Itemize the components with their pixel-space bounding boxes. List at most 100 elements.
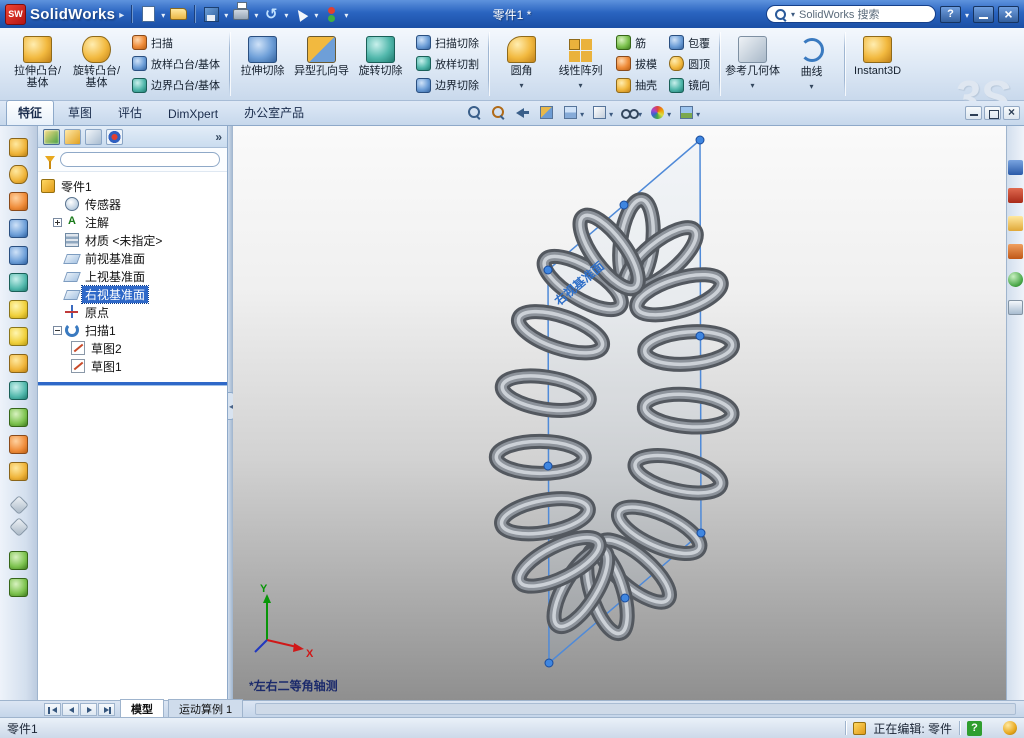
minimize-button[interactable] bbox=[973, 5, 994, 23]
hole-wizard-button[interactable]: 异型孔向导 bbox=[293, 31, 350, 97]
tab-evaluate[interactable]: 评估 bbox=[106, 100, 154, 125]
rib-button[interactable]: 筋 bbox=[611, 33, 662, 53]
view-orientation-icon[interactable] bbox=[562, 104, 579, 121]
extruded-cut-button[interactable]: 拉伸切除 bbox=[234, 31, 291, 97]
dome-button[interactable]: 圆顶 bbox=[664, 54, 715, 74]
lofted-boss-toolbar-icon[interactable] bbox=[9, 219, 28, 238]
quick-tips-help-button[interactable]: ? bbox=[967, 720, 982, 736]
extruded-cut-toolbar-icon[interactable] bbox=[9, 246, 28, 265]
tab-dimxpert[interactable]: DimXpert bbox=[156, 103, 230, 125]
draft-toolbar-icon[interactable] bbox=[9, 435, 28, 454]
apply-scene-icon[interactable] bbox=[678, 104, 695, 121]
swept-boss-button[interactable]: 扫描 bbox=[127, 33, 225, 53]
tree-item-sketch2[interactable]: 草图2 bbox=[41, 339, 224, 357]
select-caret-icon[interactable] bbox=[314, 7, 318, 21]
fillet-button[interactable]: 圆角 bbox=[493, 31, 550, 97]
print-caret-icon[interactable] bbox=[254, 7, 258, 21]
curves-toolbar-icon[interactable] bbox=[9, 578, 28, 597]
reference-geometry-button[interactable]: 参考几何体 bbox=[724, 31, 781, 97]
helix-curve-toolbar-icon[interactable] bbox=[9, 551, 28, 570]
mirror-button[interactable]: 镜向 bbox=[664, 75, 715, 95]
apply-scene-caret-icon[interactable] bbox=[696, 106, 700, 120]
linear-pattern-button[interactable]: 线性阵列 bbox=[552, 31, 609, 97]
document-restore-button[interactable] bbox=[984, 106, 1001, 120]
tree-item-sensors[interactable]: 传感器 bbox=[41, 195, 224, 213]
tree-item-top-plane[interactable]: 上视基准面 bbox=[41, 267, 224, 285]
view-orientation-caret-icon[interactable] bbox=[580, 106, 584, 120]
search-caret-icon[interactable] bbox=[791, 8, 795, 20]
tab-motion-study[interactable]: 运动算例 1 bbox=[168, 699, 244, 719]
help-button[interactable]: ? bbox=[939, 5, 961, 23]
tab-features[interactable]: 特征 bbox=[6, 100, 55, 125]
mirror-toolbar-icon[interactable] bbox=[9, 381, 28, 400]
tab-office-products[interactable]: 办公室产品 bbox=[232, 100, 316, 125]
rebuild-icon[interactable] bbox=[322, 5, 340, 23]
previous-tab-button[interactable] bbox=[62, 702, 79, 716]
chamfer-toolbar-icon[interactable] bbox=[9, 327, 28, 346]
close-button[interactable] bbox=[998, 5, 1019, 23]
reference-axis-toolbar-icon[interactable] bbox=[8, 517, 29, 537]
shell-button[interactable]: 抽壳 bbox=[611, 75, 662, 95]
display-style-icon[interactable] bbox=[591, 104, 608, 121]
tree-item-origin[interactable]: 原点 bbox=[41, 303, 224, 321]
tree-item-sketch1[interactable]: 草图1 bbox=[41, 357, 224, 375]
undo-icon[interactable] bbox=[262, 5, 280, 23]
tree-item-front-plane[interactable]: 前视基准面 bbox=[41, 249, 224, 267]
previous-view-icon[interactable] bbox=[514, 104, 531, 121]
custom-properties-tab[interactable] bbox=[1008, 300, 1023, 315]
boundary-cut-button[interactable]: 边界切除 bbox=[411, 75, 484, 95]
last-tab-button[interactable] bbox=[98, 702, 115, 716]
tab-sketch[interactable]: 草图 bbox=[56, 100, 104, 125]
section-view-icon[interactable] bbox=[538, 104, 555, 121]
featuremanager-tab[interactable] bbox=[43, 128, 60, 145]
revolve-boss-toolbar-icon[interactable] bbox=[9, 165, 28, 184]
menu-flyout-icon[interactable] bbox=[119, 7, 124, 21]
file-explorer-tab[interactable] bbox=[1008, 216, 1023, 231]
select-cursor-icon[interactable] bbox=[292, 5, 310, 23]
fillet-toolbar-icon[interactable] bbox=[9, 300, 28, 319]
help-caret-icon[interactable] bbox=[965, 7, 969, 21]
collapse-icon[interactable] bbox=[53, 325, 62, 335]
new-document-caret-icon[interactable] bbox=[161, 7, 165, 21]
design-library-tab[interactable] bbox=[1008, 188, 1023, 203]
display-style-caret-icon[interactable] bbox=[609, 106, 613, 120]
configurationmanager-tab[interactable] bbox=[85, 128, 102, 145]
instant3d-button[interactable]: Instant3D bbox=[849, 31, 906, 97]
revolved-cut-button[interactable]: 旋转切除 bbox=[352, 31, 409, 97]
reference-plane-toolbar-icon[interactable] bbox=[8, 495, 29, 515]
zoom-to-area-icon[interactable] bbox=[490, 104, 507, 121]
hide-show-items-icon[interactable] bbox=[620, 104, 640, 121]
rebuild-caret-icon[interactable] bbox=[344, 7, 348, 21]
graphics-viewport[interactable]: 右视基准面 Y X *左右二等角轴测 bbox=[233, 126, 1006, 700]
boundary-boss-button[interactable]: 边界凸台/基体 bbox=[127, 75, 225, 95]
extrude-boss-toolbar-icon[interactable] bbox=[9, 138, 28, 157]
document-close-button[interactable] bbox=[1003, 106, 1020, 120]
revolved-cut-toolbar-icon[interactable] bbox=[9, 273, 28, 292]
tree-item-material[interactable]: 材质 <未指定> bbox=[41, 231, 224, 249]
rib-toolbar-icon[interactable] bbox=[9, 408, 28, 427]
linear-pattern-toolbar-icon[interactable] bbox=[9, 354, 28, 373]
save-caret-icon[interactable] bbox=[224, 7, 228, 21]
undo-caret-icon[interactable] bbox=[284, 7, 288, 21]
print-icon[interactable] bbox=[233, 8, 250, 20]
tree-item-sweep1[interactable]: 扫描1 bbox=[41, 321, 224, 339]
tree-item-right-plane[interactable]: 右视基准面 bbox=[41, 284, 224, 304]
dimxpertmanager-tab[interactable] bbox=[106, 128, 123, 145]
solidworks-resources-tab[interactable] bbox=[1008, 160, 1023, 175]
edit-appearance-icon[interactable] bbox=[649, 104, 666, 121]
edit-appearance-caret-icon[interactable] bbox=[667, 106, 671, 120]
appearances-scenes-tab[interactable] bbox=[1008, 272, 1023, 287]
wrap-button[interactable]: 包覆 bbox=[664, 33, 715, 53]
propertymanager-tab[interactable] bbox=[64, 128, 81, 145]
view-palette-tab[interactable] bbox=[1008, 244, 1023, 259]
tree-item-part-root[interactable]: 零件1 bbox=[41, 177, 224, 195]
draft-button[interactable]: 拔模 bbox=[611, 54, 662, 74]
search-input[interactable]: SolidWorks 搜索 bbox=[765, 5, 936, 23]
zoom-to-fit-icon[interactable] bbox=[466, 104, 483, 121]
revolved-boss-button[interactable]: 旋转凸台/基体 bbox=[68, 31, 125, 97]
new-document-icon[interactable] bbox=[141, 6, 155, 22]
curves-button[interactable]: 曲线 bbox=[783, 31, 840, 97]
document-minimize-button[interactable] bbox=[965, 106, 982, 120]
rollback-bar[interactable] bbox=[38, 382, 227, 385]
expand-icon[interactable] bbox=[53, 217, 62, 227]
